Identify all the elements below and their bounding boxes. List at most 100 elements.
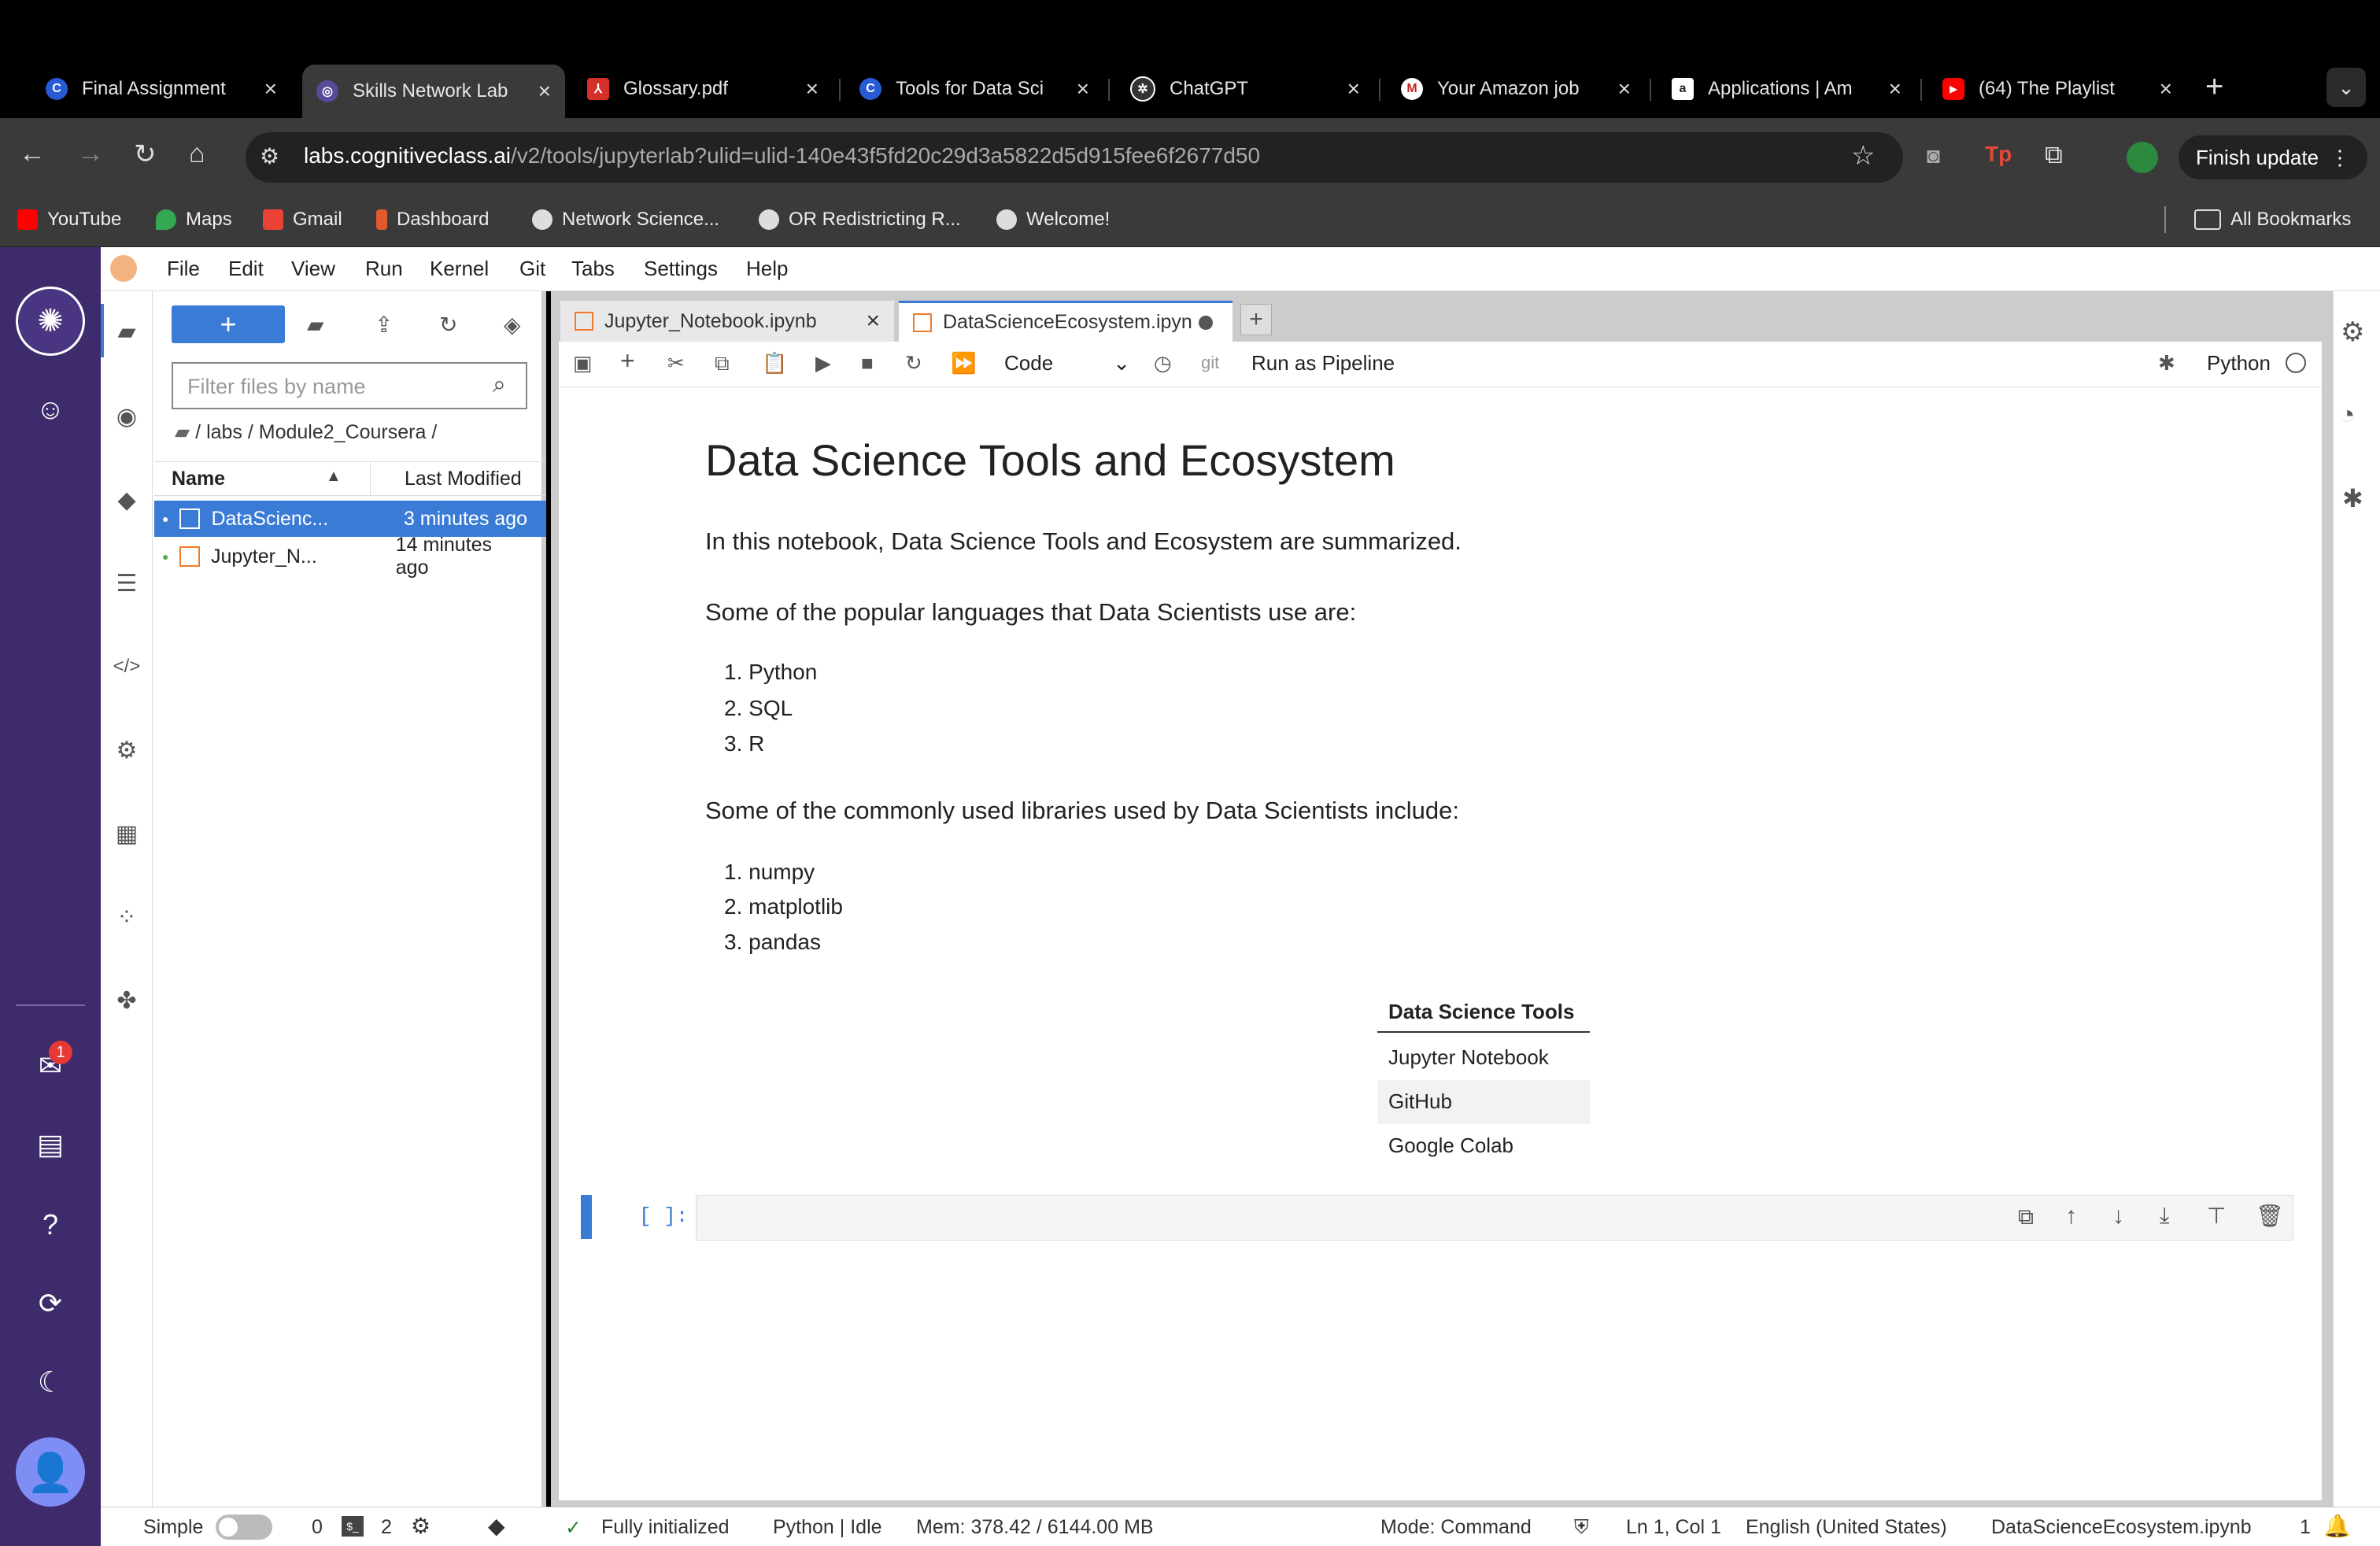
new-folder-icon[interactable]: ▰ (307, 312, 324, 338)
forward-icon[interactable]: → (77, 139, 104, 169)
kernel-name[interactable]: Python (2207, 351, 2271, 375)
cell-type-select[interactable]: Code ⌄ (1004, 351, 1130, 375)
stop-icon[interactable]: ■ (861, 351, 874, 375)
close-icon[interactable]: × (1889, 76, 1901, 102)
browser-tab[interactable]: a Applications | Am × (1658, 69, 1916, 109)
site-info-icon[interactable]: ⚙ (260, 143, 279, 169)
browser-tab-active[interactable]: ◎ Skills Network Lab × (302, 65, 565, 118)
notebook-tab-active[interactable]: DataScienceEcosystem.ipyn (899, 301, 1232, 342)
cursor-position[interactable]: Ln 1, Col 1 (1626, 1516, 1721, 1539)
menu-file[interactable]: File (167, 257, 200, 281)
tab-search-button[interactable]: ⌄ (2326, 68, 2366, 107)
bookmark-network-science[interactable]: Network Science... (532, 206, 719, 233)
filter-input[interactable]: Filter files by name (172, 362, 527, 409)
user-avatar[interactable]: 👤 (16, 1437, 85, 1507)
extensions-grid-icon[interactable]: ⁘ (109, 899, 145, 935)
puzzle-icon[interactable]: ✤ (109, 982, 145, 1019)
folder-icon[interactable]: ▰ (109, 313, 145, 350)
running-icon[interactable]: ◉ (109, 398, 145, 435)
new-launcher-button[interactable]: + (172, 305, 285, 343)
close-icon[interactable]: × (538, 79, 551, 104)
run-as-pipeline-button[interactable]: Run as Pipeline (1251, 351, 1395, 375)
extensions-icon[interactable]: ⧉ (2045, 140, 2063, 170)
bookmark-gmail[interactable]: Gmail (263, 206, 342, 233)
delete-cell-icon[interactable]: 🗑 (2256, 1203, 2284, 1229)
tp-extension-icon[interactable]: Tp (1985, 142, 2012, 167)
menu-run[interactable]: Run (365, 257, 403, 281)
language-indicator[interactable]: English (United States) (1746, 1516, 1947, 1539)
git-label[interactable]: git (1201, 353, 1219, 373)
gauge-icon[interactable]: ◔ (2339, 400, 2356, 431)
insert-below-icon[interactable]: ⊤ (2207, 1203, 2226, 1229)
file-row-selected[interactable]: ● DataScienc... 3 minutes ago (154, 501, 546, 537)
bug-icon[interactable]: ✱ (2342, 483, 2363, 513)
git-icon[interactable]: ◆ (109, 482, 145, 518)
menu-settings[interactable]: Settings (644, 257, 718, 281)
column-last-modified[interactable]: Last Modified (405, 468, 522, 490)
move-down-icon[interactable]: ↓ (2112, 1203, 2124, 1230)
git-clone-icon[interactable]: ◈ (504, 312, 521, 338)
settings-icon[interactable]: ⚙ (109, 732, 145, 768)
bookmark-youtube[interactable]: YouTube (17, 206, 121, 233)
close-icon[interactable]: × (1347, 76, 1360, 102)
browser-tab[interactable]: ✲ ChatGPT × (1116, 69, 1374, 109)
browser-tab[interactable]: C Final Assignment × (31, 69, 291, 109)
close-icon[interactable]: × (1618, 76, 1631, 102)
breadcrumb[interactable]: ▰ / labs / Module2_Coursera / (175, 420, 437, 444)
all-bookmarks-button[interactable]: All Bookmarks (2194, 206, 2351, 233)
menu-kernel[interactable]: Kernel (430, 257, 489, 281)
terminal-icon[interactable]: $_ (342, 1516, 364, 1537)
shield-icon[interactable]: ⛨ (1574, 1516, 1589, 1539)
help-icon[interactable]: ? (27, 1201, 74, 1248)
news-icon[interactable]: ▤ (27, 1121, 74, 1168)
clock-icon[interactable]: ◷ (1154, 351, 1172, 375)
save-icon[interactable]: ▣ (573, 351, 593, 375)
notebook-tab[interactable]: Jupyter_Notebook.ipynb × (560, 301, 894, 342)
fast-forward-icon[interactable]: ⏩ (951, 351, 976, 375)
duplicate-cell-icon[interactable]: ⧉ (2018, 1204, 2034, 1230)
bookmark-maps[interactable]: Maps (156, 206, 232, 233)
insert-above-icon[interactable]: ⤓ (2160, 1203, 2169, 1229)
property-inspector-icon[interactable]: ▦ (109, 816, 145, 852)
profile-avatar[interactable] (2127, 142, 2158, 173)
browser-tab[interactable]: C Tools for Data Sci × (845, 69, 1103, 109)
simple-mode-toggle[interactable] (216, 1515, 272, 1540)
skills-network-logo[interactable]: ✺ (16, 287, 85, 356)
debugger-icon[interactable]: ✱ (2158, 351, 2175, 375)
finish-update-button[interactable]: Finish update ⋮ (2179, 135, 2367, 179)
refresh-icon[interactable]: ↻ (439, 312, 457, 338)
paste-icon[interactable]: 📋 (762, 351, 787, 375)
reload-icon[interactable]: ↻ (134, 139, 157, 170)
close-icon[interactable]: × (2160, 76, 2172, 102)
new-tab-button[interactable]: + (2205, 69, 2223, 105)
property-settings-icon[interactable]: ⚙ (2341, 316, 2364, 348)
browser-tab[interactable]: M Your Amazon job × (1387, 69, 1645, 109)
menu-help[interactable]: Help (746, 257, 788, 281)
bookmark-or-redistricting[interactable]: OR Redistricting R... (759, 206, 961, 233)
code-icon[interactable]: </> (109, 649, 145, 685)
url-text[interactable]: labs.cognitiveclass.ai/v2/tools/jupyterl… (304, 143, 1260, 168)
insert-cell-icon[interactable]: + (620, 346, 635, 375)
column-name[interactable]: Name (172, 468, 225, 490)
bookmark-dashboard[interactable]: Dashboard (376, 206, 489, 233)
close-icon[interactable]: × (866, 308, 880, 335)
copy-icon[interactable]: ⧉ (715, 351, 730, 376)
sync-icon[interactable]: ⟳ (27, 1280, 74, 1327)
browser-tab[interactable]: ⅄ Glossary.pdf × (573, 69, 833, 109)
home-icon[interactable]: ⌂ (189, 139, 205, 169)
star-icon[interactable]: ☆ (1851, 140, 1875, 172)
new-tab-button[interactable]: + (1240, 304, 1272, 335)
code-cell-input[interactable] (696, 1195, 2293, 1241)
close-icon[interactable]: × (806, 76, 819, 102)
moon-icon[interactable]: ☾ (27, 1359, 74, 1406)
bell-icon[interactable]: 🔔 (2323, 1513, 2351, 1539)
file-row[interactable]: ● Jupyter_N... 14 minutes ago (154, 534, 546, 579)
upload-icon[interactable]: ⇪ (375, 312, 393, 338)
move-up-icon[interactable]: ↑ (2065, 1203, 2077, 1230)
browser-tab[interactable]: ▶ (64) The Playlist × (1928, 69, 2186, 109)
bookmark-welcome[interactable]: Welcome! (996, 206, 1110, 233)
back-icon[interactable]: ← (19, 139, 46, 169)
menu-git[interactable]: Git (519, 257, 545, 281)
menu-view[interactable]: View (291, 257, 335, 281)
menu-edit[interactable]: Edit (228, 257, 264, 281)
